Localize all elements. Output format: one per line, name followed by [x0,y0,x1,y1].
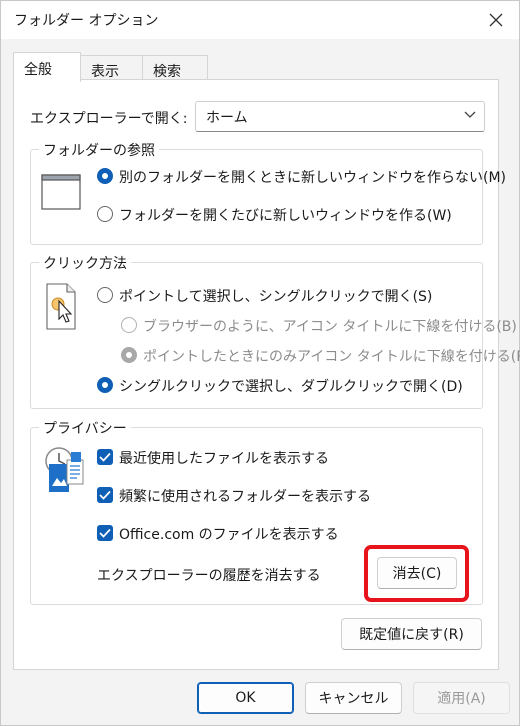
radio-underline-hover[interactable] [121,347,137,363]
browse-folders-group: フォルダーの参照 別のフォルダーを開くときに新しいウィンドウを作らない(M) フ… [30,140,506,245]
option-underline-always-label: ブラウザーのように、アイコン タイトルに下線を付ける(B) [143,319,517,335]
click-method-group: クリック方法 ポイントして選択し、シングルクリックで開く(S) ブラウザーのよう… [30,253,520,409]
clear-history-button-label: 消去(C) [392,566,442,582]
apply-button-label: 適用(A) [437,691,486,707]
option-double-click-label: シングルクリックで選択し、ダブルクリックで開く(D) [119,379,463,395]
radio-single-click[interactable] [97,287,113,303]
cancel-button-label: キャンセル [318,691,389,707]
restore-defaults-button[interactable]: 既定値に戻す(R) [341,618,482,650]
radio-same-window[interactable] [97,168,113,184]
close-button[interactable] [473,1,519,39]
general-tab-panel: エクスプローラーで開く: ホーム フォルダーの参照 別のフォルダーを開くときに新… [13,79,520,670]
apply-button[interactable]: 適用(A) [413,682,510,714]
clear-history-label: エクスプローラーの履歴を消去する [97,568,321,584]
ok-button[interactable]: OK [197,682,294,714]
checkbox-office-files[interactable] [97,525,113,541]
radio-new-window[interactable] [97,206,113,222]
window-icon [41,174,81,210]
checkbox-frequent-folders[interactable] [97,487,113,503]
chevron-down-icon [464,111,476,118]
check-frequent-folders-label: 頻繁に使用されるフォルダーを表示する [119,489,371,505]
privacy-legend: プライバシー [39,418,131,438]
check-recent-files-label: 最近使用したファイルを表示する [119,451,329,467]
radio-double-click[interactable] [97,377,113,393]
title-bar: フォルダー オプション [1,1,519,39]
privacy-group: プライバシー 最近使用したファイルを表示する 頻繁に使用されるフォルダーを表示す… [30,418,483,605]
open-explorer-dropdown[interactable]: ホーム [195,101,485,132]
recent-files-icon [45,447,84,492]
tab-label: 全般 [24,62,52,78]
cancel-button[interactable]: キャンセル [305,682,402,714]
browse-folders-legend: フォルダーの参照 [39,140,159,160]
click-method-legend: クリック方法 [39,253,131,273]
tab-view[interactable]: 表示 [80,55,143,81]
tab-general[interactable]: 全般 [13,52,81,82]
close-icon [489,13,503,27]
single-click-icon [46,283,76,330]
radio-underline-always[interactable] [121,317,137,333]
option-same-window-label: 別のフォルダーを開くときに新しいウィンドウを作らない(M) [119,170,507,186]
folder-options-dialog: フォルダー オプション 全般 表示 検索 エクスプローラーで開く: ホーム フォ… [0,0,520,726]
open-explorer-label: エクスプローラーで開く: [30,111,188,127]
checkbox-recent-files[interactable] [97,449,113,465]
check-icon [99,452,111,462]
check-office-files-label: Office.com のファイルを表示する [119,527,339,543]
restore-defaults-label: 既定値に戻す(R) [359,627,464,643]
tab-label: 検索 [153,64,181,80]
clear-history-button[interactable]: 消去(C) [377,557,457,589]
option-new-window-label: フォルダーを開くたびに新しいウィンドウを作る(W) [119,208,452,224]
dropdown-value: ホーム [206,110,248,126]
check-icon [99,490,111,500]
option-underline-hover-label: ポイントしたときにのみアイコン タイトルに下線を付ける(P) [143,349,520,365]
ok-button-label: OK [235,690,256,706]
check-icon [99,528,111,538]
tab-search[interactable]: 検索 [142,55,208,81]
window-title: フォルダー オプション [14,13,159,29]
tab-label: 表示 [91,64,119,80]
option-single-click-label: ポイントして選択し、シングルクリックで開く(S) [119,289,433,305]
